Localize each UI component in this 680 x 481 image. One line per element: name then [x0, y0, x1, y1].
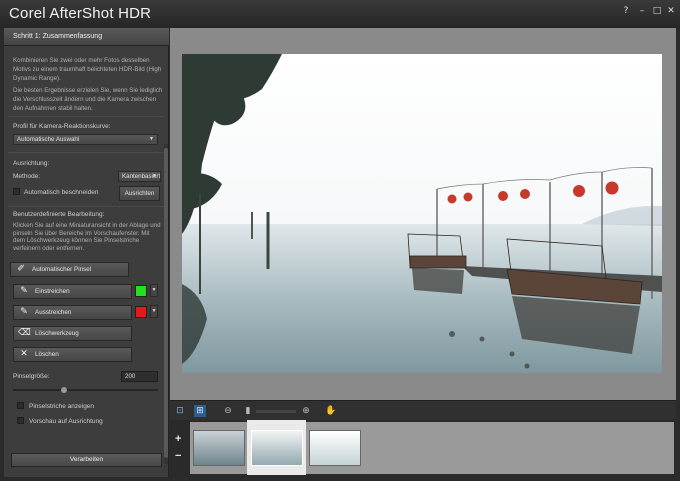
align-button-label: Ausrichten: [124, 190, 155, 197]
align-button[interactable]: Ausrichten: [119, 186, 160, 201]
chevron-down-icon: ▼: [152, 173, 157, 179]
method-select[interactable]: Kantenbasiert ▼: [118, 171, 161, 182]
fit-view-icon[interactable]: ⊡: [174, 405, 186, 417]
brush-out-label: Ausstreichen: [35, 309, 72, 316]
brush-in-color-dropdown[interactable]: ▼: [150, 284, 158, 297]
hand-pan-icon[interactable]: ✋: [325, 405, 337, 417]
preview-photo: [182, 54, 662, 373]
intro-text-2: Die besten Ergebnisse erzielen Sie, wenn…: [13, 87, 163, 112]
show-strokes-checkbox[interactable]: [17, 402, 24, 409]
preview-toolbar: ⊡ ⊞ ⊖ ▮ ⊕ ✋: [170, 400, 676, 420]
brush-in-color-swatch[interactable]: [135, 285, 147, 297]
auto-brush-icon: ✐: [17, 264, 25, 274]
delete-label: Löschen: [35, 351, 59, 358]
brush-plus-icon: ✎: [20, 286, 28, 296]
divider: [8, 152, 164, 153]
minimize-icon[interactable]: –: [636, 5, 648, 17]
brush-in-label: Einstreichen: [35, 288, 70, 295]
zoom-in-icon[interactable]: ⊕: [300, 405, 312, 417]
divider: [8, 206, 164, 207]
custom-edit-text: Klicken Sie auf eine Miniaturansicht in …: [13, 222, 161, 252]
intro-text-1: Kombinieren Sie zwei oder mehr Fotos des…: [13, 57, 162, 82]
zoom-out-icon[interactable]: ⊖: [222, 405, 234, 417]
divider: [8, 116, 164, 117]
thumbnail-1[interactable]: [193, 430, 245, 466]
auto-brush-button[interactable]: ✐ Automatischer Pinsel: [10, 262, 129, 277]
brush-size-slider[interactable]: [13, 389, 158, 391]
title-bar: Corel AfterShot HDR ? – □ ✕: [0, 0, 680, 28]
preview-image[interactable]: [182, 54, 662, 373]
zoom-marker-icon: ▮: [245, 406, 251, 416]
eraser-label: Löschwerkzeug: [35, 330, 79, 337]
profile-select-value: Automatische Auswahl: [17, 136, 80, 143]
brush-size-spinbox[interactable]: 200: [121, 371, 158, 382]
delete-button[interactable]: ✕ Löschen: [13, 347, 132, 362]
process-button[interactable]: Verarbeiten: [11, 453, 162, 467]
brush-size-slider-thumb[interactable]: [60, 387, 67, 393]
brush-size-label: Pinselgröße:: [13, 373, 50, 380]
eraser-icon: ⌫: [18, 328, 31, 338]
process-button-label: Verarbeiten: [69, 456, 104, 463]
brush-minus-icon: ✎: [20, 307, 28, 317]
zoom-slider[interactable]: [256, 410, 296, 413]
step-title: Schritt 1: Zusammenfassung: [13, 33, 103, 40]
panel-scrollbar-thumb[interactable]: [164, 148, 168, 458]
thumbnail-2[interactable]: [251, 430, 303, 466]
preview-align-label: Vorschau auf Ausrichtung: [29, 418, 103, 425]
brush-in-button[interactable]: ✎ Einstreichen: [13, 284, 132, 299]
eraser-button[interactable]: ⌫ Löschwerkzeug: [13, 326, 132, 341]
maximize-icon[interactable]: □: [651, 5, 663, 17]
add-image-button[interactable]: +: [175, 433, 181, 445]
settings-panel: Schritt 1: Zusammenfassung Kombinieren S…: [4, 28, 169, 477]
help-icon[interactable]: ?: [620, 5, 632, 17]
profile-select[interactable]: Automatische Auswahl ▼: [13, 134, 158, 145]
close-icon[interactable]: ✕: [665, 5, 677, 17]
actual-size-icon[interactable]: ⊞: [194, 405, 206, 417]
method-label: Methode:: [13, 173, 41, 180]
step-header: Schritt 1: Zusammenfassung: [4, 28, 169, 46]
remove-image-button[interactable]: −: [175, 450, 181, 462]
delete-x-icon: ✕: [20, 349, 28, 359]
chevron-down-icon: ▼: [149, 136, 154, 142]
auto-brush-label: Automatischer Pinsel: [32, 266, 92, 273]
custom-edit-label: Benutzerdefinierte Bearbeitung:: [13, 211, 105, 218]
brush-out-button[interactable]: ✎ Ausstreichen: [13, 305, 132, 320]
show-strokes-label: Pinselstriche anzeigen: [29, 403, 95, 410]
autocrop-label: Automatisch beschneiden: [24, 189, 99, 196]
autocrop-checkbox[interactable]: [13, 188, 20, 195]
alignment-label: Ausrichtung:: [13, 160, 50, 167]
brush-out-color-swatch[interactable]: [135, 306, 147, 318]
brush-out-color-dropdown[interactable]: ▼: [150, 305, 158, 318]
app-title: Corel AfterShot HDR: [9, 5, 152, 22]
brush-size-value: 200: [125, 373, 136, 380]
thumbnail-3[interactable]: [309, 430, 361, 466]
preview-align-checkbox[interactable]: [17, 417, 24, 424]
profile-label: Profil für Kamera-Reaktionskurve:: [13, 123, 111, 130]
